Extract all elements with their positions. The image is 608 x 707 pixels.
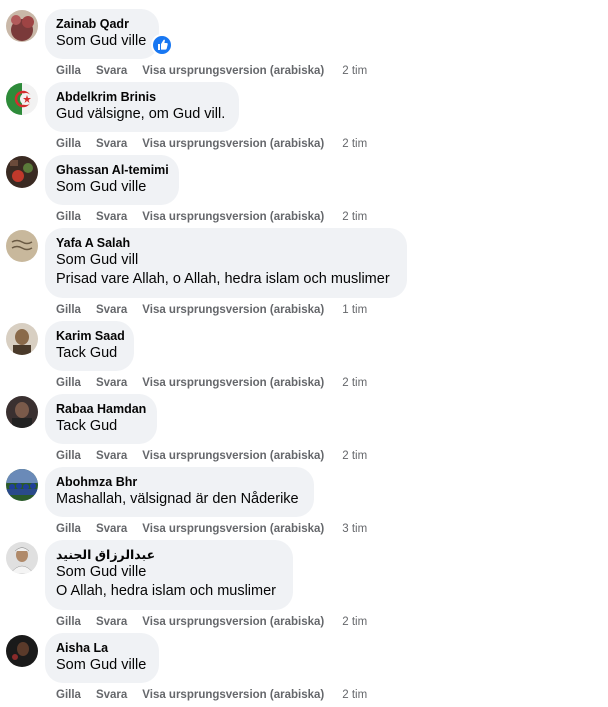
comment-bubble: Zainab Qadr Som Gud ville — [45, 9, 159, 59]
comment-author[interactable]: Aisha La — [56, 640, 147, 656]
see-original-link[interactable]: Visa ursprungsversion (arabiska) — [142, 304, 324, 316]
comment-author[interactable]: Abdelkrim Brinis — [56, 89, 227, 105]
reply-button[interactable]: Svara — [96, 450, 127, 462]
like-button[interactable]: Gilla — [56, 689, 81, 701]
see-original-link[interactable]: Visa ursprungsversion (arabiska) — [142, 138, 324, 150]
comment-author[interactable]: Karim Saad — [56, 328, 125, 344]
comment-bubble: Ghassan Al-temimi Som Gud ville — [45, 155, 179, 205]
like-button[interactable]: Gilla — [56, 304, 81, 316]
comment-timestamp[interactable]: 2 tim — [342, 616, 367, 628]
comment-text: O Allah, hedra islam och muslimer — [56, 583, 276, 599]
like-icon[interactable] — [151, 34, 173, 56]
comment-author[interactable]: عبدالرزاق الجنيد — [56, 547, 281, 563]
comment-bubble: Abohmza Bhr Mashallah, välsignad är den … — [45, 467, 314, 517]
comment-text: Som Gud ville — [56, 33, 147, 49]
avatar[interactable] — [6, 230, 38, 262]
reply-button[interactable]: Svara — [96, 65, 127, 77]
like-button[interactable]: Gilla — [56, 138, 81, 150]
comment-timestamp[interactable]: 2 tim — [342, 689, 367, 701]
comment-timestamp[interactable]: 2 tim — [342, 377, 367, 389]
comment-actions: Gilla Svara Visa ursprungsversion (arabisk… — [56, 210, 367, 224]
comment-text: Tack Gud — [56, 418, 118, 434]
see-original-link[interactable]: Visa ursprungsversion (arabiska) — [142, 689, 324, 701]
comment-text: Gud välsigne, om Gud vill. — [56, 106, 226, 122]
reply-button[interactable]: Svara — [96, 211, 127, 223]
comment-author[interactable]: Zainab Qadr — [56, 16, 147, 32]
like-button[interactable]: Gilla — [56, 65, 81, 77]
reply-button[interactable]: Svara — [96, 304, 127, 316]
reply-button[interactable]: Svara — [96, 138, 127, 150]
comment-actions: Gilla Svara Visa ursprungsversion (arabisk… — [56, 376, 367, 390]
see-original-link[interactable]: Visa ursprungsversion (arabiska) — [142, 450, 324, 462]
comment-author[interactable]: Abohmza Bhr — [56, 474, 302, 490]
comment-text: Mashallah, välsignad är den Nåderike — [56, 491, 299, 507]
comment-bubble: عبدالرزاق الجنيد Som Gud ville O Allah, … — [45, 540, 293, 610]
like-button[interactable]: Gilla — [56, 377, 81, 389]
comment-author[interactable]: Ghassan Al-temimi — [56, 162, 169, 178]
avatar[interactable] — [6, 83, 38, 115]
comment-actions: Gilla Svara Visa ursprungsversion (arabisk… — [56, 615, 367, 629]
comment-bubble: Aisha La Som Gud ville — [45, 633, 159, 683]
avatar[interactable] — [6, 542, 38, 574]
avatar[interactable] — [6, 635, 38, 667]
comment-actions: Gilla Svara Visa ursprungsversion (arabisk… — [56, 688, 367, 702]
avatar[interactable] — [6, 10, 38, 42]
see-original-link[interactable]: Visa ursprungsversion (arabiska) — [142, 65, 324, 77]
comment-actions: Gilla Svara Visa ursprungsversion (arabisk… — [56, 137, 367, 151]
like-button[interactable]: Gilla — [56, 523, 81, 535]
comment-bubble: Karim Saad Tack Gud — [45, 321, 134, 371]
comment-bubble: Rabaa Hamdan Tack Gud — [45, 394, 157, 444]
comment-author[interactable]: Rabaa Hamdan — [56, 401, 146, 417]
comment-author[interactable]: Yafa A Salah — [56, 235, 395, 251]
comment-bubble: Yafa A Salah Som Gud vill Prisad vare Al… — [45, 228, 407, 298]
avatar[interactable] — [6, 156, 38, 188]
comment-actions: Gilla Svara Visa ursprungsversion (arabisk… — [56, 64, 367, 78]
comment-timestamp[interactable]: 2 tim — [342, 65, 367, 77]
like-button[interactable]: Gilla — [56, 616, 81, 628]
like-button[interactable]: Gilla — [56, 211, 81, 223]
comment-actions: Gilla Svara Visa ursprungsversion (arabisk… — [56, 449, 367, 463]
see-original-link[interactable]: Visa ursprungsversion (arabiska) — [142, 211, 324, 223]
comment-text: Som Gud ville — [56, 657, 147, 673]
avatar[interactable] — [6, 469, 38, 501]
see-original-link[interactable]: Visa ursprungsversion (arabiska) — [142, 616, 324, 628]
see-original-link[interactable]: Visa ursprungsversion (arabiska) — [142, 523, 324, 535]
comment-text: Som Gud vill — [56, 252, 139, 268]
comment-timestamp[interactable]: 2 tim — [342, 450, 367, 462]
comment-timestamp[interactable]: 2 tim — [342, 138, 367, 150]
comment-text: Som Gud ville — [56, 179, 147, 195]
reply-button[interactable]: Svara — [96, 523, 127, 535]
comment-timestamp[interactable]: 1 tim — [342, 304, 367, 316]
avatar[interactable] — [6, 396, 38, 428]
comment-text: Tack Gud — [56, 345, 118, 361]
reply-button[interactable]: Svara — [96, 689, 127, 701]
comment-text: Prisad vare Allah, o Allah, hedra islam … — [56, 271, 390, 287]
comment-text: Som Gud ville — [56, 564, 147, 580]
avatar[interactable] — [6, 323, 38, 355]
comment-timestamp[interactable]: 3 tim — [342, 523, 367, 535]
comment-timestamp[interactable]: 2 tim — [342, 211, 367, 223]
comment-actions: Gilla Svara Visa ursprungsversion (arabisk… — [56, 522, 367, 536]
reply-button[interactable]: Svara — [96, 616, 127, 628]
comment-actions: Gilla Svara Visa ursprungsversion (arabisk… — [56, 303, 367, 317]
like-button[interactable]: Gilla — [56, 450, 81, 462]
reply-button[interactable]: Svara — [96, 377, 127, 389]
see-original-link[interactable]: Visa ursprungsversion (arabiska) — [142, 377, 324, 389]
comment-bubble: Abdelkrim Brinis Gud välsigne, om Gud vi… — [45, 82, 239, 132]
